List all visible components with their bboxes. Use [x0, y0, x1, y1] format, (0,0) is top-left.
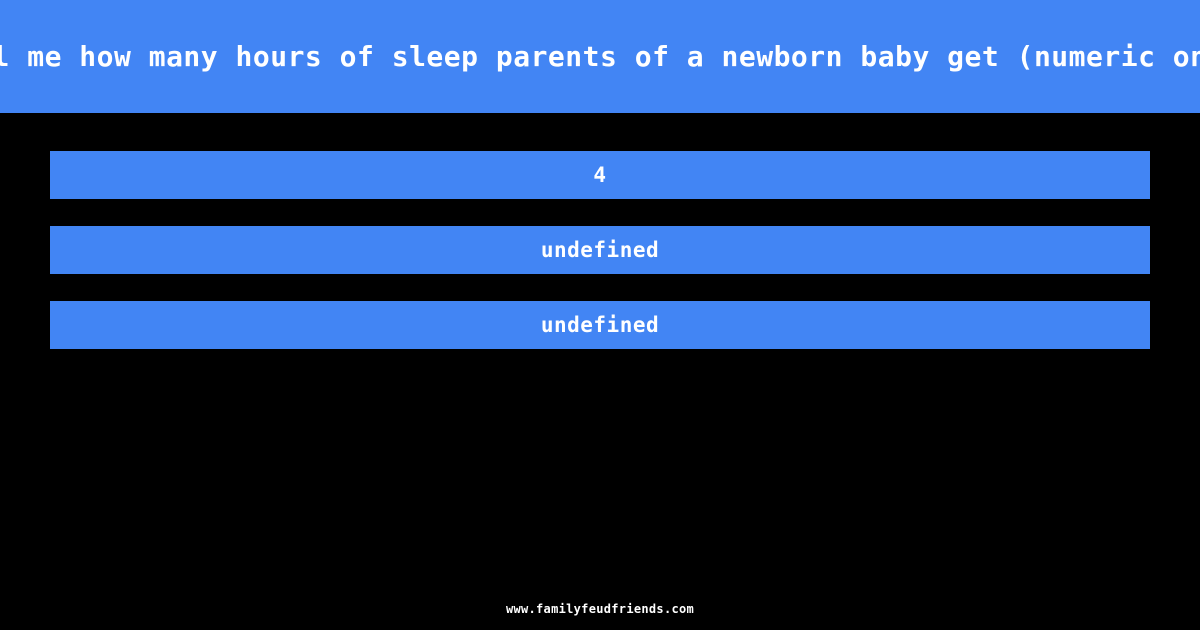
- question-text: Tell me how many hours of sleep parents …: [0, 39, 1200, 73]
- answer-list: 4 undefined undefined: [50, 151, 1150, 376]
- answer-row[interactable]: undefined: [50, 301, 1150, 349]
- answer-label: undefined: [540, 237, 660, 262]
- answer-row[interactable]: 4: [50, 151, 1150, 199]
- footer-website-label: www.familyfeudfriends.com: [505, 602, 695, 616]
- answer-label: undefined: [540, 312, 660, 337]
- answer-label: 4: [593, 162, 607, 187]
- answer-row[interactable]: undefined: [50, 226, 1150, 274]
- footer: www.familyfeudfriends.com: [0, 598, 1200, 617]
- game-card: Tell me how many hours of sleep parents …: [0, 0, 1200, 630]
- question-banner: Tell me how many hours of sleep parents …: [0, 0, 1200, 113]
